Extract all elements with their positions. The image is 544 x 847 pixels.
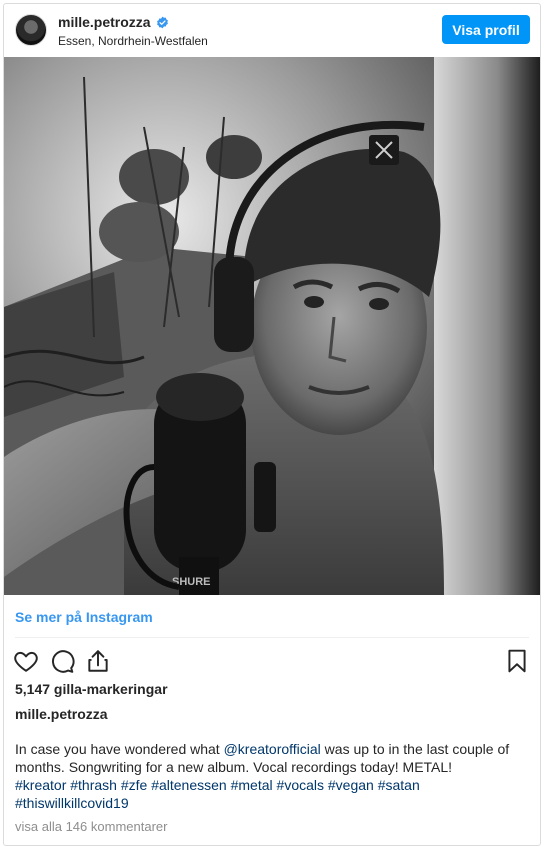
comment-bubble-icon[interactable] [49,648,75,674]
hashtag-link[interactable]: #metal [231,777,273,793]
action-bar [4,644,540,680]
post-caption: In case you have wondered what @kreatoro… [15,740,531,812]
bookmark-icon[interactable] [504,648,530,674]
hashtag-link[interactable]: #kreator [15,777,66,793]
location[interactable]: Essen, Nordrhein-Westfalen [58,34,208,48]
instagram-embed-card: mille.petrozza Essen, Nordrhein-Westfale… [3,3,541,846]
mention-link[interactable]: @kreatorofficial [224,741,321,757]
hashtag-link[interactable]: #thiswillkillcovid19 [15,795,129,811]
view-all-comments-link[interactable]: visa alla 146 kommentarer [15,819,167,834]
avatar[interactable] [15,14,47,46]
hashtag-link[interactable]: #altenessen [151,777,227,793]
hashtag-link[interactable]: #satan [378,777,420,793]
caption-username[interactable]: mille.petrozza [15,706,108,722]
post-photo[interactable]: SHURE [4,57,540,595]
hashtag-link[interactable]: #vegan [328,777,374,793]
hashtag-list: #kreator #thrash #zfe #altenessen #metal… [15,777,420,811]
username-row: mille.petrozza [58,14,169,30]
likes-count[interactable]: 5,147 gilla-markeringar [15,681,168,697]
see-more-on-instagram-link[interactable]: Se mer på Instagram [15,609,153,625]
post-header: mille.petrozza Essen, Nordrhein-Westfale… [4,4,540,58]
hashtag-link[interactable]: #thrash [70,777,117,793]
hashtag-link[interactable]: #zfe [121,777,147,793]
username[interactable]: mille.petrozza [58,14,151,30]
heart-icon[interactable] [13,648,39,674]
caption-text-before: In case you have wondered what [15,741,224,757]
share-icon[interactable] [85,648,111,674]
divider [15,637,529,638]
hashtag-link[interactable]: #vocals [277,777,324,793]
view-profile-button[interactable]: Visa profil [442,15,530,44]
verified-badge-icon [156,16,168,28]
